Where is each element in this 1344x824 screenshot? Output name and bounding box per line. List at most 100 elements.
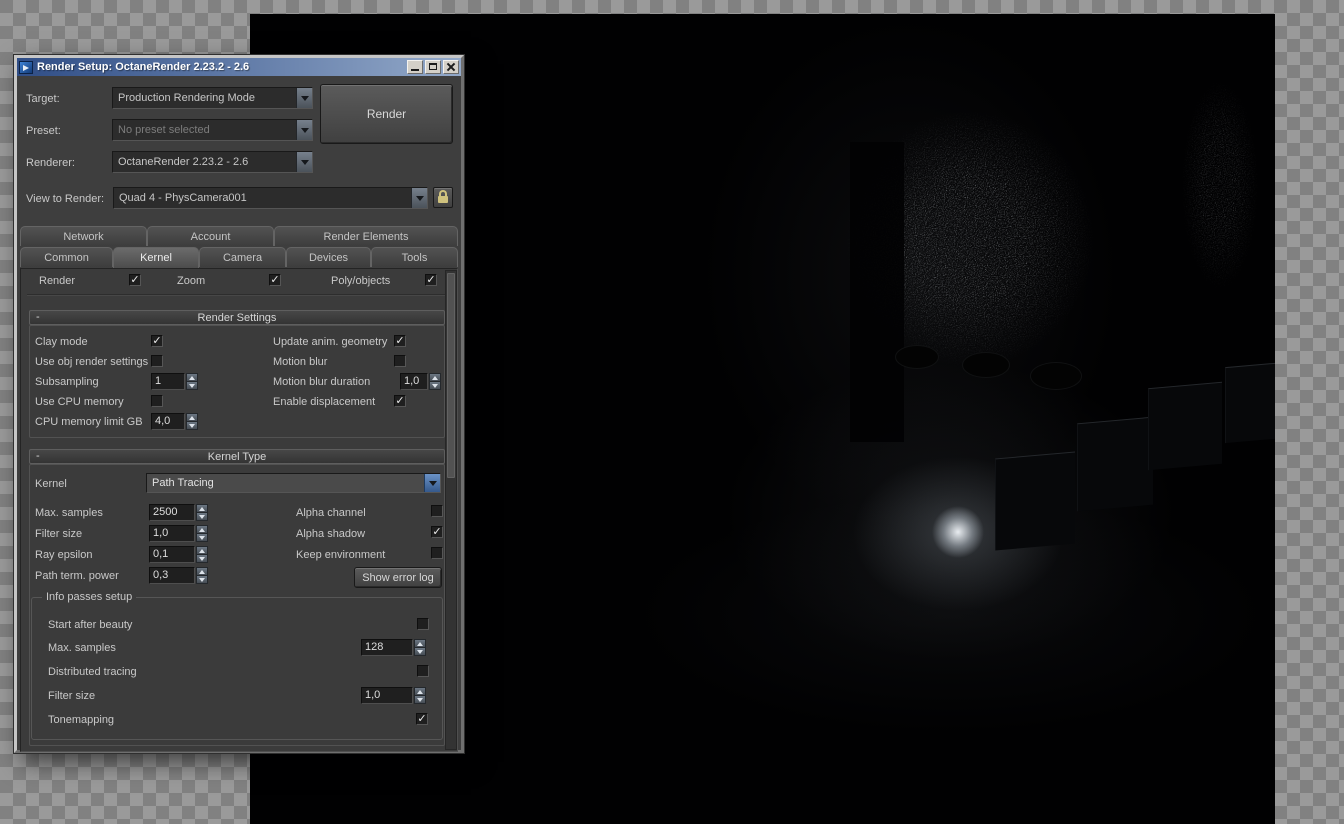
motion-blur-duration-field[interactable]: 1,0: [400, 373, 428, 390]
chevron-down-icon[interactable]: [296, 152, 312, 172]
render-button[interactable]: Render: [320, 84, 453, 144]
spinner-up-icon[interactable]: [186, 373, 198, 382]
chevron-down-icon[interactable]: [296, 120, 312, 140]
renderer-dropdown[interactable]: OctaneRender 2.23.2 - 2.6: [112, 151, 313, 173]
cpu-memory-limit-spinner[interactable]: 4,0: [151, 413, 198, 430]
motion-blur-checkbox[interactable]: [394, 355, 406, 367]
enable-displacement-checkbox[interactable]: ✓: [394, 395, 406, 407]
dialog-titlebar[interactable]: Render Setup: OctaneRender 2.23.2 - 2.6: [17, 58, 461, 76]
spinner-up-icon[interactable]: [414, 687, 426, 696]
collapse-icon[interactable]: -: [36, 450, 40, 462]
render-setup-dialog: Render Setup: OctaneRender 2.23.2 - 2.6 …: [14, 55, 464, 753]
scene-cube: [1225, 362, 1275, 444]
target-dropdown[interactable]: Production Rendering Mode: [112, 87, 313, 109]
tab-label: Kernel: [140, 252, 172, 264]
motion-blur-duration-spinner[interactable]: 1,0: [400, 373, 441, 390]
spinner-up-icon[interactable]: [196, 567, 208, 576]
spinner-down-icon[interactable]: [414, 648, 426, 656]
spinner-down-icon[interactable]: [196, 513, 208, 521]
spinner-up-icon[interactable]: [414, 639, 426, 648]
info-filter-size-field[interactable]: 1,0: [361, 687, 413, 704]
clay-mode-checkbox[interactable]: ✓: [151, 335, 163, 347]
show-error-log-button[interactable]: Show error log: [354, 567, 442, 588]
scrollbar[interactable]: [445, 270, 457, 750]
chevron-down-icon[interactable]: [296, 88, 312, 108]
keep-environment-checkbox[interactable]: [431, 547, 443, 559]
path-term-power-spinner[interactable]: 0,3: [149, 567, 208, 584]
tab-kernel[interactable]: Kernel: [113, 247, 199, 268]
filter-size-field[interactable]: 1,0: [149, 525, 195, 542]
distributed-tracing-checkbox[interactable]: [417, 665, 429, 677]
maximize-button[interactable]: [425, 60, 441, 74]
zoom-pass-checkbox[interactable]: ✓: [269, 274, 281, 286]
chevron-down-icon[interactable]: [424, 474, 440, 492]
tab-tools[interactable]: Tools: [371, 247, 458, 267]
subsampling-spinner[interactable]: 1: [151, 373, 198, 390]
lock-view-button[interactable]: [433, 187, 453, 208]
tab-devices[interactable]: Devices: [286, 247, 371, 267]
spinner-up-icon[interactable]: [196, 546, 208, 555]
max-samples-spinner[interactable]: 2500: [149, 504, 208, 521]
ray-epsilon-spinner[interactable]: 0,1: [149, 546, 208, 563]
collapse-icon[interactable]: -: [36, 311, 40, 323]
kernel-type-rollup-header[interactable]: - Kernel Type: [29, 449, 445, 464]
alpha-shadow-label: Alpha shadow: [296, 528, 366, 540]
close-button[interactable]: [443, 60, 459, 74]
clay-mode-label: Clay mode: [35, 336, 88, 348]
spinner-down-icon[interactable]: [186, 422, 198, 430]
info-max-samples-field[interactable]: 128: [361, 639, 413, 656]
use-obj-render-settings-checkbox[interactable]: [151, 355, 163, 367]
tonemapping-checkbox[interactable]: ✓: [416, 713, 428, 725]
info-max-samples-spinner[interactable]: 128: [361, 639, 426, 656]
tab-label: Account: [190, 230, 231, 243]
spinner-down-icon[interactable]: [414, 696, 426, 704]
use-obj-render-settings-label: Use obj render settings: [35, 356, 149, 368]
spinner-down-icon[interactable]: [186, 382, 198, 390]
scene-stool: [895, 345, 939, 369]
alpha-shadow-checkbox[interactable]: ✓: [431, 526, 443, 538]
cpu-memory-limit-field[interactable]: 4,0: [151, 413, 185, 430]
spinner-up-icon[interactable]: [196, 525, 208, 534]
update-anim-geometry-label: Update anim. geometry: [273, 336, 388, 348]
render-pass-checkbox[interactable]: ✓: [129, 274, 141, 286]
spinner-down-icon[interactable]: [196, 555, 208, 563]
info-passes-title: Info passes setup: [42, 591, 137, 603]
render-settings-rollup-header[interactable]: - Render Settings: [29, 310, 445, 325]
poly-objects-checkbox[interactable]: ✓: [425, 274, 437, 286]
spinner-down-icon[interactable]: [429, 382, 441, 390]
update-anim-geometry-checkbox[interactable]: ✓: [394, 335, 406, 347]
spinner-up-icon[interactable]: [429, 373, 441, 382]
info-filter-size-spinner[interactable]: 1,0: [361, 687, 426, 704]
subsampling-field[interactable]: 1: [151, 373, 185, 390]
spinner-up-icon[interactable]: [196, 504, 208, 513]
target-dropdown-value: Production Rendering Mode: [118, 92, 255, 104]
spinner-down-icon[interactable]: [196, 576, 208, 584]
tab-network[interactable]: Network: [20, 226, 147, 246]
divider: [27, 294, 453, 295]
alpha-channel-checkbox[interactable]: [431, 505, 443, 517]
preset-dropdown-value: No preset selected: [118, 124, 210, 136]
tab-common[interactable]: Common: [20, 247, 113, 267]
scrollbar-thumb[interactable]: [447, 273, 455, 478]
kernel-dropdown[interactable]: Path Tracing: [146, 473, 441, 493]
tab-label: Camera: [222, 251, 263, 264]
tab-account[interactable]: Account: [147, 226, 274, 246]
dialog-title: Render Setup: OctaneRender 2.23.2 - 2.6: [37, 61, 250, 73]
start-after-beauty-checkbox[interactable]: [417, 618, 429, 630]
view-to-render-dropdown[interactable]: Quad 4 - PhysCamera001: [113, 187, 428, 209]
filter-size-spinner[interactable]: 1,0: [149, 525, 208, 542]
tab-render-elements[interactable]: Render Elements: [274, 226, 458, 246]
lock-icon: [434, 190, 452, 203]
preset-label: Preset:: [26, 125, 61, 137]
spinner-down-icon[interactable]: [196, 534, 208, 542]
tab-camera[interactable]: Camera: [199, 247, 286, 267]
chevron-down-icon[interactable]: [411, 188, 427, 208]
max-samples-field[interactable]: 2500: [149, 504, 195, 521]
preset-dropdown[interactable]: No preset selected: [112, 119, 313, 141]
path-term-power-field[interactable]: 0,3: [149, 567, 195, 584]
ray-epsilon-field[interactable]: 0,1: [149, 546, 195, 563]
target-label: Target:: [26, 93, 60, 105]
minimize-button[interactable]: [407, 60, 423, 74]
spinner-up-icon[interactable]: [186, 413, 198, 422]
use-cpu-memory-checkbox[interactable]: [151, 395, 163, 407]
